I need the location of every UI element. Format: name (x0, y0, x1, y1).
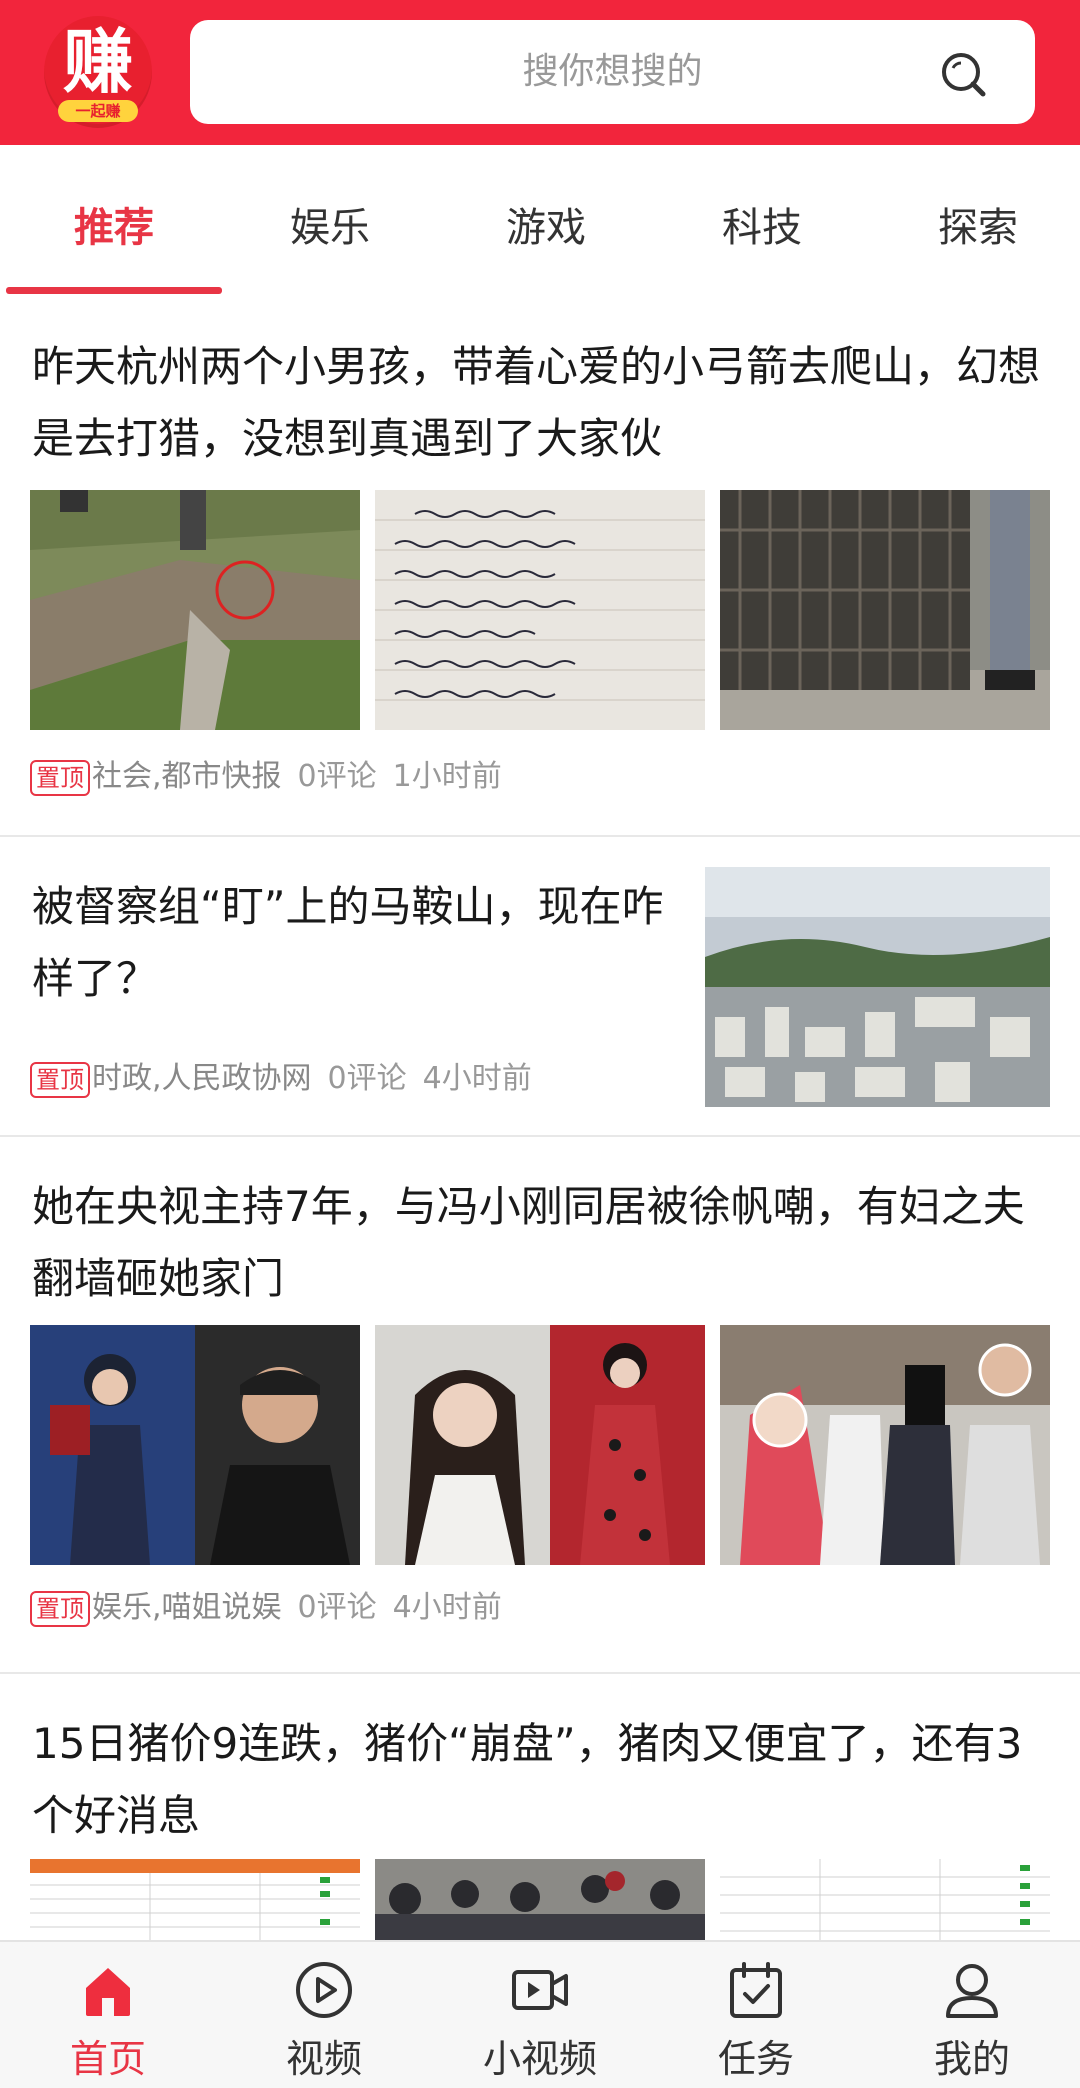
tab-recommend[interactable]: 推荐 (6, 195, 222, 253)
nav-label: 首页 (69, 2037, 146, 2081)
home-icon (86, 1968, 130, 2016)
active-tab-indicator (6, 287, 222, 294)
article-card[interactable]: 被督察组“盯”上的马鞍山，现在咋样了？ 置顶 时政,人民政协网 0评论 4小时前 (0, 837, 1080, 1137)
publish-time: 1小时前 (392, 759, 502, 794)
article-image-handwritten-note[interactable] (375, 490, 705, 730)
tab-explore[interactable]: 探索 (870, 195, 1080, 253)
nav-video[interactable]: 视频 (216, 1942, 432, 2088)
search-icon[interactable] (939, 50, 987, 98)
calendar-check-icon (730, 1962, 782, 2018)
nav-short-video[interactable]: 小视频 (432, 1942, 648, 2088)
app-header: 赚 一起赚 搜你想搜的 (0, 0, 1080, 145)
bottom-navigation: 首页 视频 小视频 任务 我的 (0, 1940, 1080, 2088)
tab-games[interactable]: 游戏 (438, 195, 654, 253)
article-card[interactable]: 她在央视主持7年，与冯小刚同居被徐帆嘲，有妇之夫翻墙砸她家门 置顶 娱乐,喵姐说… (0, 1137, 1080, 1674)
article-meta: 置顶 社会,都市快报 0评论 1小时前 (30, 757, 502, 797)
article-title[interactable]: 15日猪价9连跌，猪价“崩盘”，猪肉又便宜了，还有3个好消息 (32, 1708, 1042, 1852)
article-card[interactable]: 昨天杭州两个小男孩，带着心爱的小弓箭去爬山，幻想是去打猎，没想到真遇到了大家伙 (0, 297, 1080, 837)
logo-ribbon: 一起赚 (58, 100, 138, 122)
article-card[interactable]: 15日猪价9连跌，猪价“崩盘”，猪肉又便宜了，还有3个好消息 (0, 1674, 1080, 1974)
article-image-street-scene[interactable] (720, 1325, 1050, 1565)
nav-tasks[interactable]: 任务 (648, 1942, 864, 2088)
article-image-cage[interactable] (720, 490, 1050, 730)
article-title[interactable]: 她在央视主持7年，与冯小刚同居被徐帆嘲，有妇之夫翻墙砸她家门 (32, 1171, 1042, 1315)
video-camera-icon (512, 1970, 568, 2010)
nav-label: 我的 (933, 2037, 1010, 2081)
nav-profile[interactable]: 我的 (864, 1942, 1080, 2088)
comment-count: 0评论 (297, 1590, 377, 1625)
publish-time: 4小时前 (392, 1590, 502, 1625)
article-image-hill-path[interactable] (30, 490, 360, 730)
category-tabs: 推荐 娱乐 游戏 科技 探索 (0, 145, 1080, 297)
play-circle-icon (296, 1962, 352, 2018)
article-image-host-portrait[interactable] (30, 1325, 360, 1565)
article-source: 娱乐,喵姐说娱 (92, 1590, 282, 1625)
article-images (30, 1325, 1050, 1565)
article-source: 时政,人民政协网 (92, 1061, 312, 1096)
article-source: 社会,都市快报 (92, 759, 282, 794)
article-meta: 置顶 时政,人民政协网 0评论 4小时前 (30, 1059, 532, 1099)
app-logo[interactable]: 赚 一起赚 (44, 16, 152, 128)
article-image-host-photos[interactable] (375, 1325, 705, 1565)
nav-label: 小视频 (482, 2037, 597, 2081)
tab-entertainment[interactable]: 娱乐 (222, 195, 438, 253)
comment-count: 0评论 (297, 759, 377, 794)
nav-home[interactable]: 首页 (0, 1942, 216, 2088)
article-images (30, 1859, 1050, 1941)
tab-tech[interactable]: 科技 (654, 195, 870, 253)
user-icon (946, 1964, 998, 2018)
article-image-price-table[interactable] (30, 1859, 360, 1941)
article-image-region-table[interactable] (720, 1859, 1050, 1941)
article-meta: 置顶 娱乐,喵姐说娱 0评论 4小时前 (30, 1588, 502, 1628)
logo-character: 赚 (63, 21, 133, 103)
article-image-city-view[interactable] (705, 867, 1050, 1107)
article-image-crowd[interactable] (375, 1859, 705, 1941)
article-title[interactable]: 被督察组“盯”上的马鞍山，现在咋样了？ (32, 871, 672, 1015)
publish-time: 4小时前 (422, 1061, 532, 1096)
comment-count: 0评论 (327, 1061, 407, 1096)
pinned-badge: 置顶 (30, 759, 90, 796)
pinned-badge: 置顶 (30, 1590, 90, 1627)
nav-label: 视频 (285, 2037, 362, 2081)
article-title[interactable]: 昨天杭州两个小男孩，带着心爱的小弓箭去爬山，幻想是去打猎，没想到真遇到了大家伙 (32, 331, 1042, 475)
article-images (30, 490, 1050, 730)
pinned-badge: 置顶 (30, 1061, 90, 1098)
nav-label: 任务 (717, 2037, 794, 2081)
search-bar[interactable]: 搜你想搜的 (190, 20, 1035, 124)
search-placeholder[interactable]: 搜你想搜的 (190, 20, 1035, 124)
